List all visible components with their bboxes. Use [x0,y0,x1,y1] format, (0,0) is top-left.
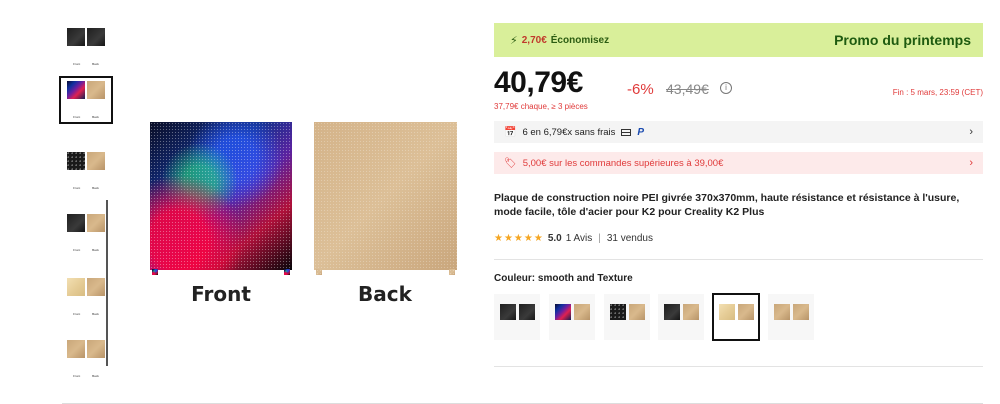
star-icons: ★★★★★ [494,233,544,244]
thumbnail-front [67,340,85,358]
separator: | [598,233,601,244]
rating-summary[interactable]: ★★★★★ 5.0 1 Avis | 31 vendus [494,233,653,244]
color-label: Couleur: smooth and Texture [494,273,633,284]
price-row: 40,79€ -6% 43,49€ i Fin : 5 mars, 23:59 … [494,66,983,102]
savings-amount: 2,70€ [521,34,547,46]
lightning-icon: ⚡ [510,34,518,47]
thumbnail-front [67,81,85,99]
thumbnail-front-label: Front [73,115,81,119]
thumbnail-back-label: Back [92,248,99,252]
thumbnail-back [87,340,105,358]
thumbnail-front [67,214,85,232]
thumbnail-item[interactable]: Front Back [60,336,112,382]
thumbnail-back [87,81,105,99]
color-option[interactable] [549,294,595,340]
main-product-image[interactable]: Front Back [150,122,460,312]
info-icon[interactable]: i [720,82,732,94]
original-price: 43,49€ [666,81,709,97]
thumbnail-item[interactable]: Front Back [60,24,112,70]
thumbnail-front-label: Front [73,312,81,316]
thumbnail-item[interactable]: Front Back [60,148,112,194]
installment-text: 6 en 6,79€x sans frais [522,126,616,138]
color-selected-value: smooth and Texture [537,273,633,284]
thumbnail-front-label: Front [73,186,81,190]
thumbnail-front [67,278,85,296]
paypal-icon: P [637,126,645,138]
back-label: Back [358,282,412,306]
thumbnail-front-label: Front [73,62,81,66]
current-price: 40,79€ [494,66,583,99]
thumbnail-back-label: Back [92,312,99,316]
thumbnail-item[interactable]: Front Back [60,274,112,320]
divider [494,259,983,260]
chevron-right-icon: › [969,157,973,169]
thumbnail-front [67,152,85,170]
review-count[interactable]: 1 Avis [566,233,593,244]
thumbnail-back-label: Back [92,374,99,378]
thumbnail-front-label: Front [73,248,81,252]
coupon-text: 5,00€ sur les commandes supérieures à 39… [522,157,724,169]
thumbnail-item[interactable]: Front Back [60,210,112,256]
calendar-icon: 📅 [504,126,517,138]
tag-icon: 🏷 [504,157,517,169]
color-option[interactable] [768,294,814,340]
thumbnail-back [87,152,105,170]
thumbnail-back [87,214,105,232]
rating-score: 5.0 [547,233,562,244]
color-option-selected[interactable] [712,293,760,341]
sold-count: 31 vendus [606,233,653,244]
color-option[interactable] [604,294,650,340]
thumbnail-front [67,28,85,46]
thumbnail-back-label: Back [92,186,99,190]
product-title: Plaque de construction noire PEI givrée … [494,192,960,218]
thumbnail-front-label: Front [73,374,81,378]
thumbnail-item-selected[interactable]: Front Back [59,76,113,124]
card-icon [621,128,632,136]
color-label-title: Couleur: [494,273,536,284]
color-option[interactable] [494,294,540,340]
discount-percent: -6% [627,81,654,98]
color-option[interactable] [658,294,704,340]
promo-title: Promo du printemps [834,32,971,48]
thumbnail-back-label: Back [92,115,99,119]
thumbnail-scrollbar[interactable] [106,200,108,366]
thumbnail-back [87,278,105,296]
divider [494,366,983,367]
chevron-right-icon: › [969,126,973,138]
front-label: Front [191,282,251,306]
bulk-price: 37,79€ chaque, ≥ 3 pièces [494,102,588,111]
thumbnail-back [87,28,105,46]
back-plate-image [314,122,457,275]
promo-end-time: Fin : 5 mars, 23:59 (CET) [892,88,983,97]
installment-payment-row[interactable]: 📅 6 en 6,79€x sans frais P › [494,121,983,143]
savings-text: Économisez [550,34,610,46]
promo-banner: ⚡ 2,70€ Économisez Promo du printemps [494,23,983,57]
front-plate-image [150,122,292,275]
savings-info: ⚡ 2,70€ Économisez [510,34,609,47]
thumbnail-back-label: Back [92,62,99,66]
coupon-row[interactable]: 🏷 5,00€ sur les commandes supérieures à … [494,152,983,174]
